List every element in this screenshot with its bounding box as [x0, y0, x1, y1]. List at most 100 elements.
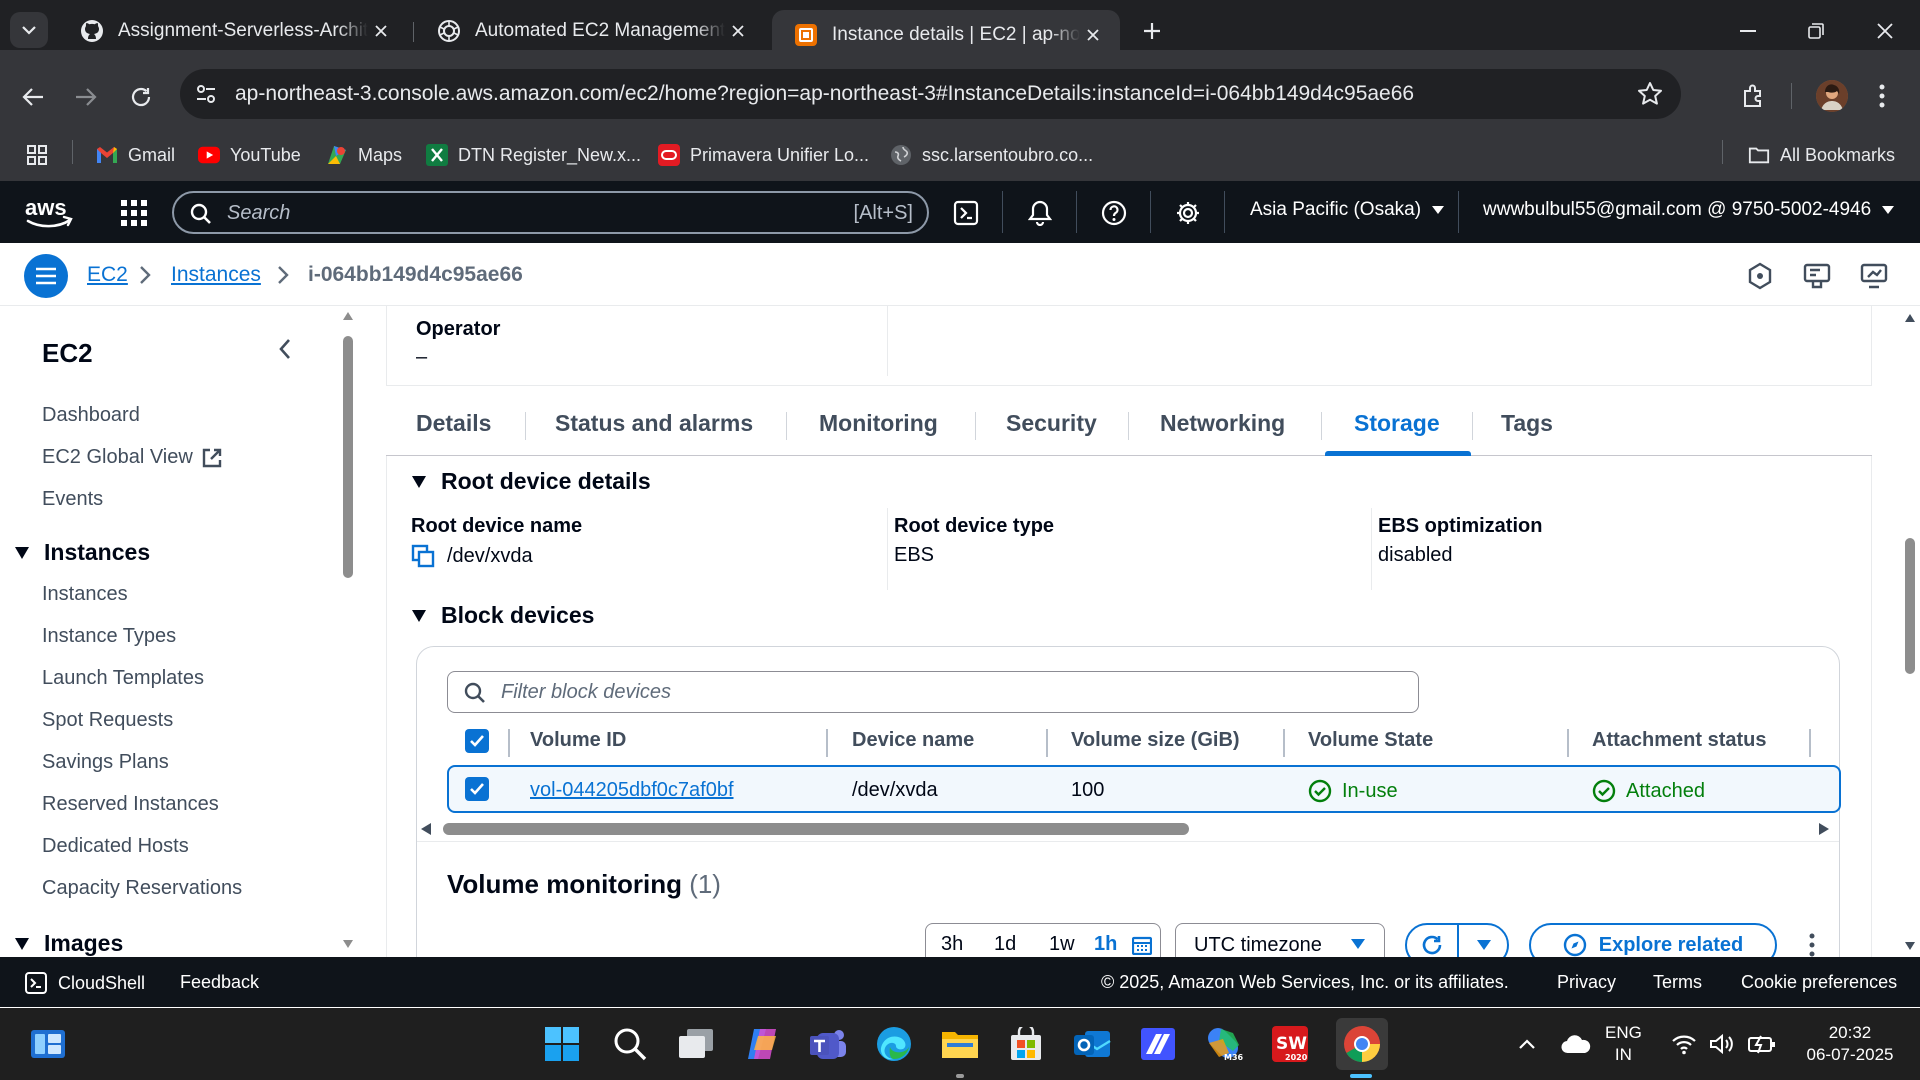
sidebar-item-dashboard[interactable]: Dashboard: [42, 404, 140, 427]
notifications-bell-icon[interactable]: [1025, 198, 1055, 228]
column-header-volume-id[interactable]: Volume ID: [530, 729, 626, 752]
timezone-dropdown[interactable]: UTC timezone: [1175, 923, 1385, 957]
sidebar-item-global-view[interactable]: EC2 Global View: [42, 446, 223, 469]
close-tab-icon[interactable]: [1080, 22, 1106, 48]
sidebar-item-reserved-instances[interactable]: Reserved Instances: [42, 793, 219, 816]
bookmark-star-icon[interactable]: [1637, 81, 1663, 107]
range-1d[interactable]: 1d: [994, 933, 1016, 956]
aws-logo[interactable]: aws: [24, 195, 74, 229]
extensions-button[interactable]: [1738, 80, 1770, 112]
breadcrumb-ec2[interactable]: EC2: [87, 263, 128, 287]
range-3h[interactable]: 3h: [941, 933, 963, 956]
sidebar-item-launch-templates[interactable]: Launch Templates: [42, 667, 204, 690]
profile-avatar[interactable]: [1816, 80, 1848, 112]
privacy-link[interactable]: Privacy: [1557, 972, 1616, 993]
services-menu-icon[interactable]: [120, 199, 148, 227]
reload-button[interactable]: [124, 80, 158, 114]
show-hidden-icons-chevron-icon[interactable]: [1507, 1024, 1547, 1064]
system-clock[interactable]: 20:32 06-07-2025: [1800, 1022, 1900, 1066]
table-row[interactable]: vol-044205dbf0c7af0bf /dev/xvda 100 In-u…: [447, 765, 1841, 813]
microsoft-store-icon[interactable]: [1006, 1024, 1046, 1064]
aws-search-input[interactable]: Search [Alt+S]: [172, 191, 929, 234]
tab-security[interactable]: Security: [1006, 410, 1097, 437]
select-all-checkbox[interactable]: [465, 729, 489, 753]
more-actions-button[interactable]: [1797, 923, 1827, 957]
volume-id-link[interactable]: vol-044205dbf0c7af0bf: [530, 779, 734, 802]
sidebar-item-instances[interactable]: Instances: [42, 583, 128, 606]
tab-networking[interactable]: Networking: [1160, 410, 1285, 437]
filter-block-devices-input[interactable]: Filter block devices: [447, 671, 1419, 713]
battery-charging-icon[interactable]: [1746, 1024, 1778, 1064]
block-devices-section-toggle[interactable]: Block devices: [411, 602, 594, 629]
chrome-icon[interactable]: [1336, 1018, 1388, 1070]
tab-tags[interactable]: Tags: [1501, 410, 1553, 437]
feedback-panel-icon[interactable]: [1801, 260, 1833, 292]
site-info-icon[interactable]: [194, 82, 218, 106]
sidebar-section-instances[interactable]: Instances: [14, 539, 150, 566]
sidebar-item-spot-requests[interactable]: Spot Requests: [42, 709, 173, 732]
sidebar-item-instance-types[interactable]: Instance Types: [42, 625, 176, 648]
column-header-volume-size[interactable]: Volume size (GiB): [1071, 729, 1240, 752]
input-language[interactable]: ENG IN: [1605, 1022, 1642, 1066]
column-header-attachment-status[interactable]: Attachment status: [1592, 729, 1766, 752]
explore-related-button[interactable]: Explore related: [1529, 923, 1777, 957]
refresh-options-button[interactable]: [1459, 925, 1509, 957]
region-selector[interactable]: Asia Pacific (Osaka): [1250, 199, 1445, 221]
settings-gear-icon[interactable]: [1173, 198, 1203, 228]
main-scrollbar[interactable]: [1900, 306, 1920, 957]
bookmark-youtube[interactable]: YouTube: [198, 131, 301, 179]
tab-storage[interactable]: Storage: [1354, 410, 1440, 437]
table-horizontal-scrollbar[interactable]: [417, 819, 1841, 839]
forward-button[interactable]: [69, 80, 103, 114]
browser-tab[interactable]: Assignment-Serverless-Architecture: [58, 10, 408, 52]
collapse-sidebar-icon[interactable]: [278, 338, 292, 360]
search-icon[interactable]: [610, 1024, 650, 1064]
chrome-menu-button[interactable]: [1866, 80, 1898, 112]
close-tab-icon[interactable]: [368, 18, 394, 44]
close-tab-icon[interactable]: [725, 18, 751, 44]
teams-icon[interactable]: [808, 1024, 848, 1064]
power-automate-icon[interactable]: [1138, 1024, 1178, 1064]
bookmark-ssc[interactable]: ssc.larsentoubro.co...: [890, 131, 1093, 179]
minimize-button[interactable]: [1731, 14, 1765, 48]
cloudshell-button[interactable]: CloudShell: [24, 971, 145, 995]
feedback-link[interactable]: Feedback: [180, 972, 259, 993]
new-tab-button[interactable]: [1137, 16, 1167, 46]
sidebar-scrollbar[interactable]: [340, 306, 356, 957]
widgets-icon[interactable]: [28, 1024, 68, 1064]
apps-button[interactable]: [26, 131, 58, 179]
main-scrollbar-thumb[interactable]: [1905, 538, 1915, 674]
file-explorer-icon[interactable]: [940, 1024, 980, 1064]
refresh-button[interactable]: [1407, 925, 1459, 957]
root-device-section-toggle[interactable]: Root device details: [411, 468, 651, 495]
account-menu[interactable]: wwwbulbul55@gmail.com @ 9750-5002-4946: [1483, 199, 1895, 221]
screen-panel-icon[interactable]: [1858, 260, 1890, 292]
all-bookmarks-button[interactable]: All Bookmarks: [1748, 131, 1895, 179]
start-windows-icon[interactable]: [542, 1024, 582, 1064]
navigation-menu-button[interactable]: [24, 254, 68, 298]
terms-link[interactable]: Terms: [1653, 972, 1702, 993]
sidebar-item-savings-plans[interactable]: Savings Plans: [42, 751, 169, 774]
tab-details[interactable]: Details: [416, 410, 491, 437]
tab-monitoring[interactable]: Monitoring: [819, 410, 938, 437]
help-icon[interactable]: [1099, 198, 1129, 228]
horizontal-scrollbar-thumb[interactable]: [443, 823, 1189, 835]
range-1w[interactable]: 1w: [1049, 933, 1075, 956]
close-window-button[interactable]: [1868, 14, 1902, 48]
sidebar-item-events[interactable]: Events: [42, 488, 103, 511]
solidworks-icon[interactable]: SW 2020: [1270, 1024, 1310, 1064]
info-panel-icon[interactable]: [1744, 260, 1776, 292]
m365-icon[interactable]: M365: [1204, 1024, 1244, 1064]
bookmark-maps[interactable]: Maps: [326, 131, 402, 179]
sidebar-item-capacity-reservations[interactable]: Capacity Reservations: [42, 877, 242, 900]
range-1h[interactable]: 1h: [1094, 933, 1117, 956]
volume-speaker-icon[interactable]: [1707, 1024, 1739, 1064]
browser-tab[interactable]: Automated EC2 Management Lambda: [415, 10, 765, 52]
column-header-device-name[interactable]: Device name: [852, 729, 974, 752]
breadcrumb-instances[interactable]: Instances: [171, 263, 261, 287]
onedrive-cloud-icon[interactable]: [1556, 1024, 1596, 1064]
edge-browser-icon[interactable]: [874, 1024, 914, 1064]
bookmark-gmail[interactable]: Gmail: [96, 131, 175, 179]
copilot-icon[interactable]: [742, 1024, 782, 1064]
task-view-icon[interactable]: [676, 1024, 716, 1064]
